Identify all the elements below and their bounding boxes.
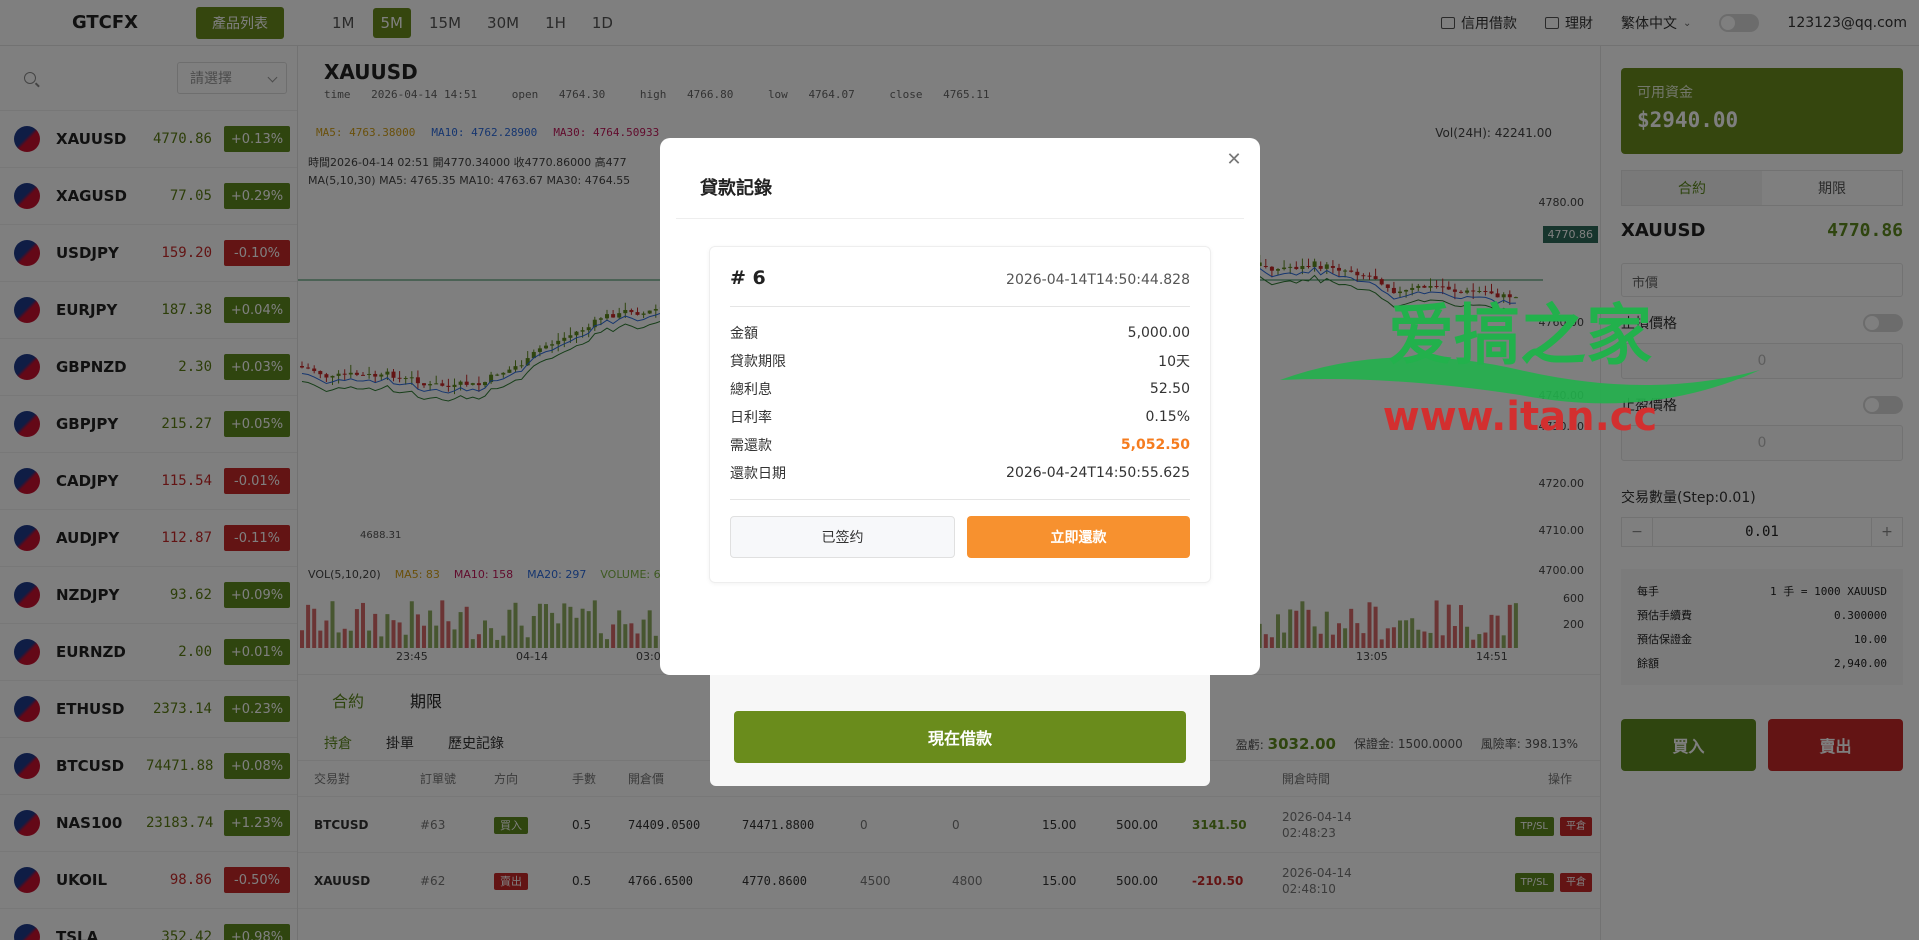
borrow-now-button[interactable]: 現在借款 (734, 711, 1186, 763)
loan-record-card: # 6 2026-04-14T14:50:44.828 金額 5,000.00 貸… (709, 246, 1211, 583)
repay-now-button[interactable]: 立即還款 (967, 516, 1190, 558)
close-icon[interactable]: ✕ (1224, 150, 1244, 170)
record-header: # 6 2026-04-14T14:50:44.828 (730, 267, 1190, 307)
record-row-term: 貸款期限 10天 (730, 354, 1190, 370)
record-row-repay-amount: 需還款 5,052.50 (730, 437, 1190, 454)
record-row-amount: 金額 5,000.00 (730, 325, 1190, 342)
watermark-line2: www.itan.cc (1383, 394, 1657, 440)
watermark: 爱搞之家 www.itan.cc (1280, 300, 1760, 440)
record-row-interest: 總利息 52.50 (730, 381, 1190, 398)
signed-button[interactable]: 已签约 (730, 516, 955, 558)
record-id: # 6 (730, 267, 766, 289)
loan-record-modal: 貸款記錄 ✕ # 6 2026-04-14T14:50:44.828 金額 5,0… (660, 138, 1260, 675)
modal-title: 貸款記錄 (700, 178, 772, 199)
record-details: 金額 5,000.00 貸款期限 10天 總利息 52.50 日利率 0.15% 需還款… (730, 319, 1190, 487)
record-divider (730, 499, 1190, 500)
modal-divider (676, 218, 1244, 219)
record-row-repay-date: 還款日期 2026-04-24T14:50:55.625 (730, 465, 1190, 482)
record-actions: 已签约 立即還款 (730, 516, 1190, 558)
record-row-daily-rate: 日利率 0.15% (730, 409, 1190, 426)
watermark-line1: 爱搞之家 (1388, 300, 1652, 374)
record-date: 2026-04-14T14:50:44.828 (1006, 272, 1190, 288)
